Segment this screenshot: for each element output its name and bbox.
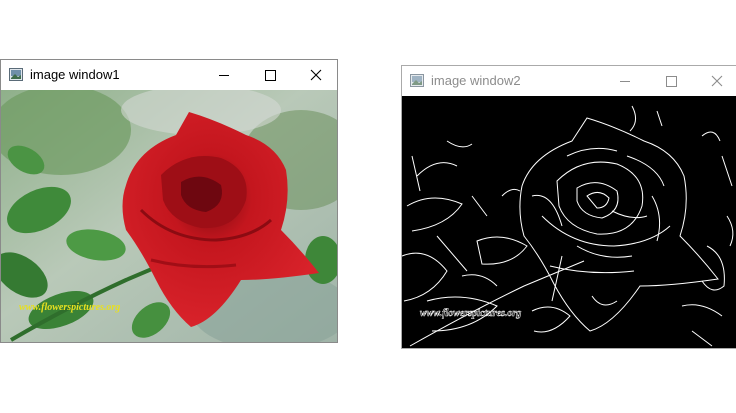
title-bar[interactable]: image window2 <box>402 66 736 96</box>
title-bar[interactable]: image window1 <box>1 60 337 90</box>
close-button[interactable] <box>694 66 736 96</box>
watermark-edge-text: www.flowerspictures.org <box>420 308 521 319</box>
minimize-button[interactable] <box>201 60 247 90</box>
close-button[interactable] <box>293 60 339 90</box>
minimize-button[interactable] <box>602 66 648 96</box>
minimize-icon <box>620 81 630 82</box>
minimize-icon <box>219 75 229 76</box>
close-icon <box>711 75 723 87</box>
watermark-text: www.flowerspictures.org <box>19 302 120 313</box>
window-title: image window2 <box>431 73 521 88</box>
maximize-button[interactable] <box>247 60 293 90</box>
image-window-1[interactable]: image window1 www.flowerspictures.org <box>0 59 338 343</box>
maximize-icon <box>265 70 276 81</box>
image-window-icon <box>9 68 23 81</box>
close-icon <box>310 69 322 81</box>
edge-image-canvas: www.flowerspictures.org <box>402 96 736 348</box>
rose-photo: www.flowerspictures.org <box>1 90 337 342</box>
window-title: image window1 <box>30 67 120 82</box>
maximize-icon <box>666 76 677 87</box>
image-canvas: www.flowerspictures.org <box>1 90 337 342</box>
image-window-2[interactable]: image window2 www.flowerspictures.org <box>401 65 736 349</box>
edge-detection-image: www.flowerspictures.org <box>402 96 736 348</box>
maximize-button[interactable] <box>648 66 694 96</box>
image-window-icon <box>410 74 424 87</box>
